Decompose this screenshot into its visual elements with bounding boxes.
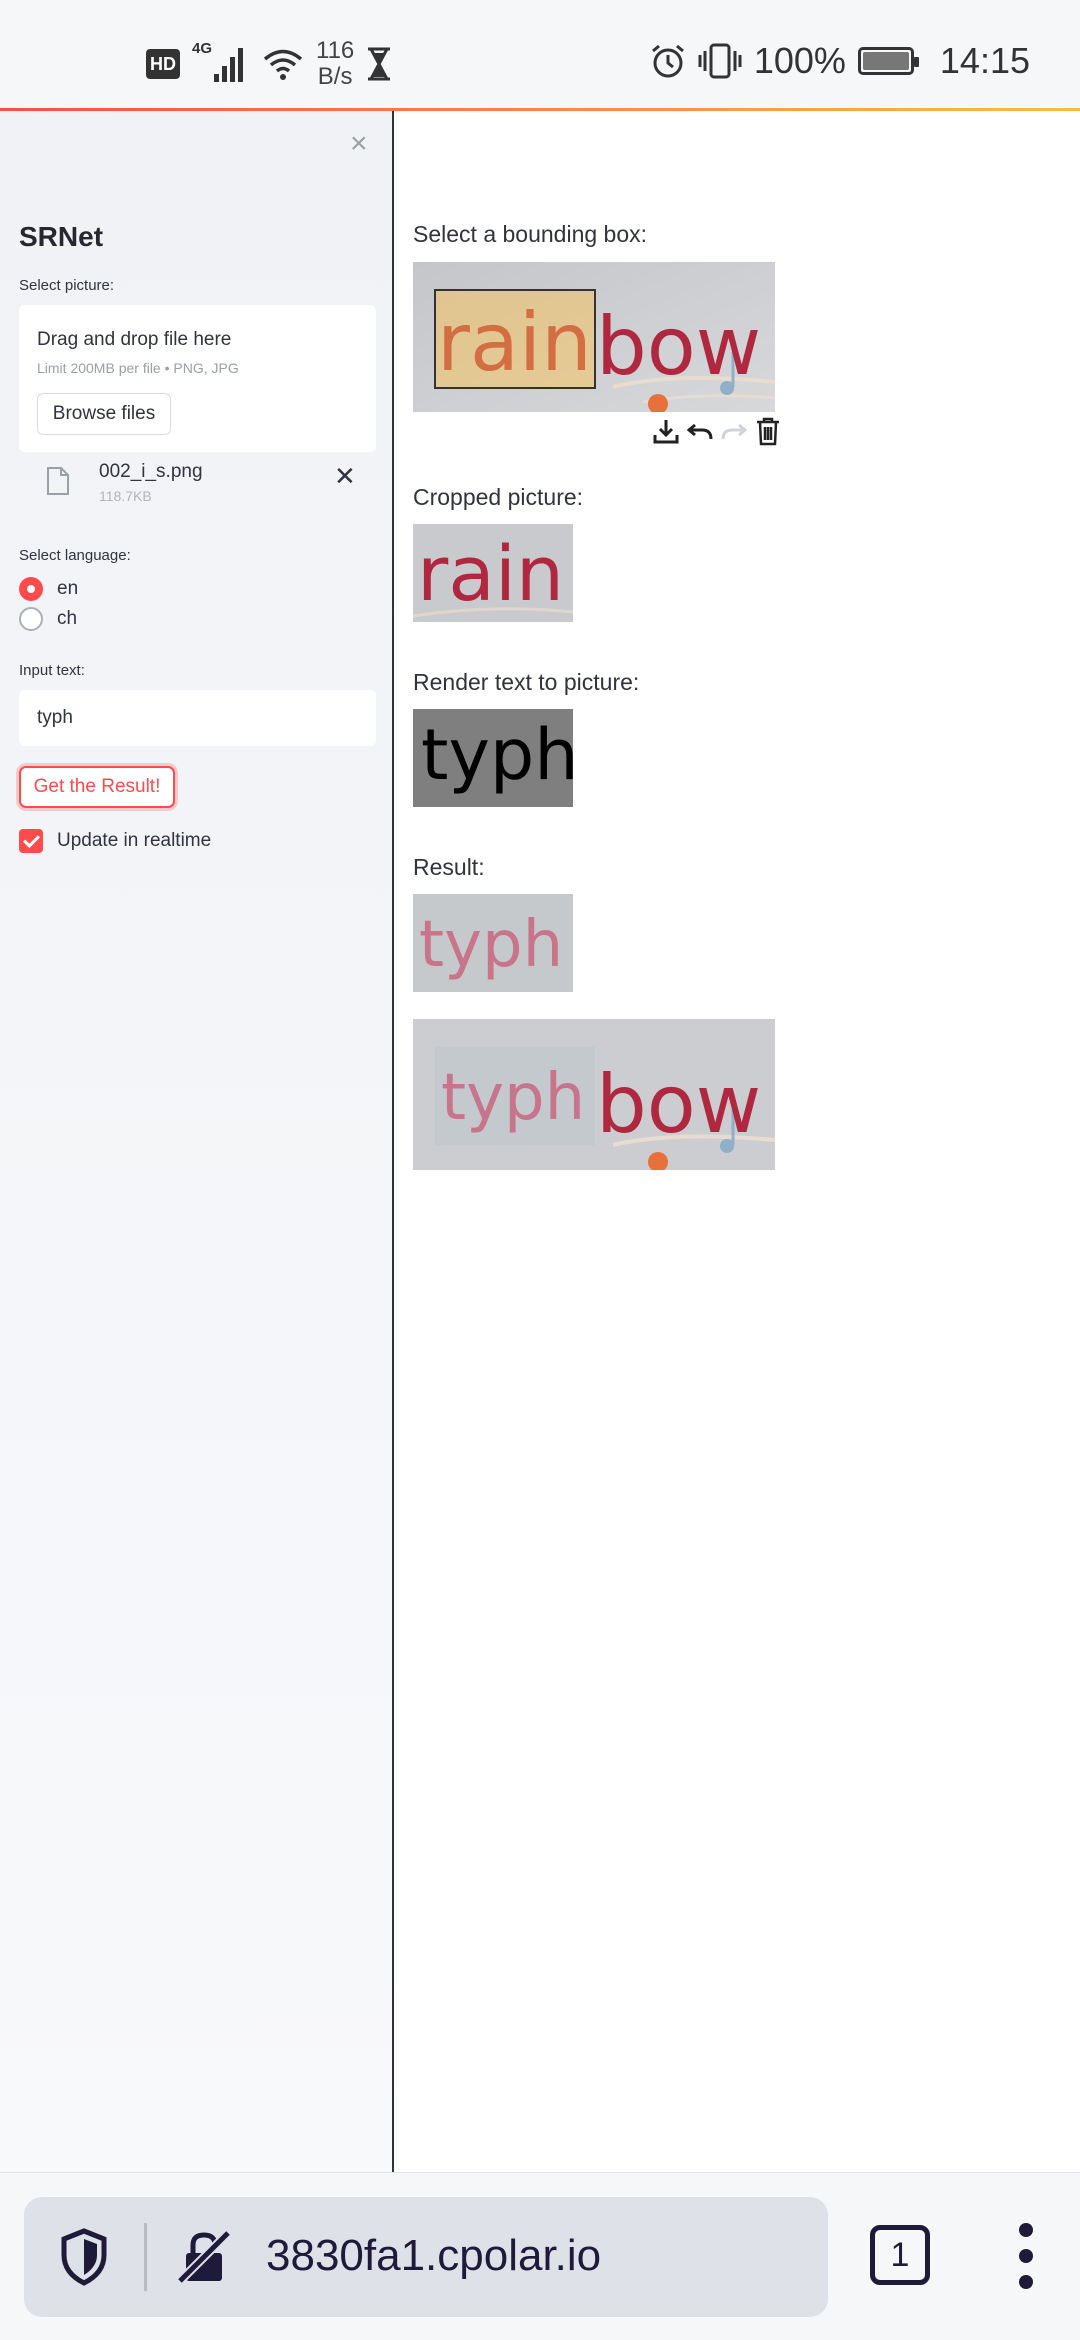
get-result-button[interactable]: Get the Result! <box>19 766 175 808</box>
language-label: Select language: <box>19 547 131 564</box>
result-full-word-a: typh <box>441 1061 585 1135</box>
tabs-button[interactable]: 1 <box>870 2225 930 2285</box>
url-text[interactable]: 3830fa1.cpolar.io <box>266 2231 601 2281</box>
hourglass-icon <box>368 47 391 81</box>
rendered-text-picture: typh <box>413 709 573 807</box>
browser-bottom-bar: 3830fa1.cpolar.io 1 <box>0 2172 1080 2340</box>
result-full-picture: typh bow <box>413 1019 775 1170</box>
cropped-word: rain <box>417 529 564 618</box>
vibrate-icon <box>698 43 742 79</box>
select-picture-label: Select picture: <box>19 277 115 294</box>
radio-option-en[interactable]: en <box>19 577 78 601</box>
realtime-label: Update in realtime <box>57 830 212 851</box>
alarm-icon <box>651 44 684 78</box>
battery-percent: 100% <box>753 40 846 81</box>
file-dropzone[interactable]: Drag and drop file here Limit 200MB per … <box>19 305 376 452</box>
browse-files-button[interactable]: Browse files <box>37 393 171 435</box>
cropped-label: Cropped picture: <box>413 484 584 510</box>
input-text-label: Input text: <box>19 662 85 679</box>
render-label: Render text to picture: <box>413 669 640 695</box>
redo-icon[interactable] <box>719 416 749 446</box>
realtime-checkbox-row[interactable]: Update in realtime <box>19 829 211 853</box>
cropped-picture: rain <box>413 524 573 622</box>
rendered-word: typh <box>421 714 573 796</box>
source-word-b: bow <box>596 300 761 393</box>
address-bar[interactable]: 3830fa1.cpolar.io <box>24 2197 828 2317</box>
sidebar: × SRNet Select picture: Drag and drop fi… <box>0 111 394 2172</box>
radio-button[interactable] <box>19 607 43 631</box>
canvas-toolbar <box>651 416 783 446</box>
shield-icon[interactable] <box>58 2227 110 2287</box>
result-label: Result: <box>413 854 485 880</box>
text-input[interactable]: typh <box>19 690 376 746</box>
wifi-icon <box>263 49 303 80</box>
cellular-signal-icon: 4G <box>192 40 250 84</box>
main-content: Select a bounding box: rain bow Cropped … <box>396 111 1080 2172</box>
result-full-word-b: bow <box>596 1058 761 1151</box>
file-icon <box>47 467 69 495</box>
bounding-box-rect <box>434 289 596 389</box>
realtime-checkbox[interactable] <box>19 829 43 853</box>
radio-button[interactable] <box>19 577 43 601</box>
file-size: 118.7KB <box>99 488 152 504</box>
result-crop-picture: typh <box>413 894 573 992</box>
status-bar: HD 4G 116 B/s 100% 14:15 <box>0 0 1080 108</box>
bounding-box-canvas[interactable]: rain bow <box>413 262 775 412</box>
result-crop-word: typh <box>419 908 563 982</box>
uploaded-file: 002_i_s.png 118.7KB ✕ <box>19 451 376 521</box>
clock: 14:15 <box>939 40 1030 81</box>
radio-label: ch <box>57 608 78 629</box>
file-name: 002_i_s.png <box>99 461 203 482</box>
app-title: SRNet <box>19 221 104 252</box>
download-icon[interactable] <box>651 416 681 446</box>
insecure-lock-icon[interactable] <box>176 2229 232 2285</box>
hd-badge: HD <box>146 49 180 79</box>
radio-label: en <box>57 578 79 599</box>
bbox-label: Select a bounding box: <box>413 221 648 247</box>
battery-icon <box>857 47 919 75</box>
trash-icon[interactable] <box>753 416 783 446</box>
url-divider <box>144 2223 147 2291</box>
more-menu-icon[interactable] <box>1012 2223 1040 2289</box>
radio-option-ch[interactable]: ch <box>19 607 77 631</box>
close-sidebar-icon[interactable]: × <box>350 127 368 161</box>
dropzone-title: Drag and drop file here <box>37 329 232 350</box>
dropzone-limit: Limit 200MB per file • PNG, JPG <box>37 360 239 376</box>
remove-file-icon[interactable]: ✕ <box>334 461 356 492</box>
network-speed: 116 B/s <box>316 37 355 90</box>
undo-icon[interactable] <box>685 416 715 446</box>
